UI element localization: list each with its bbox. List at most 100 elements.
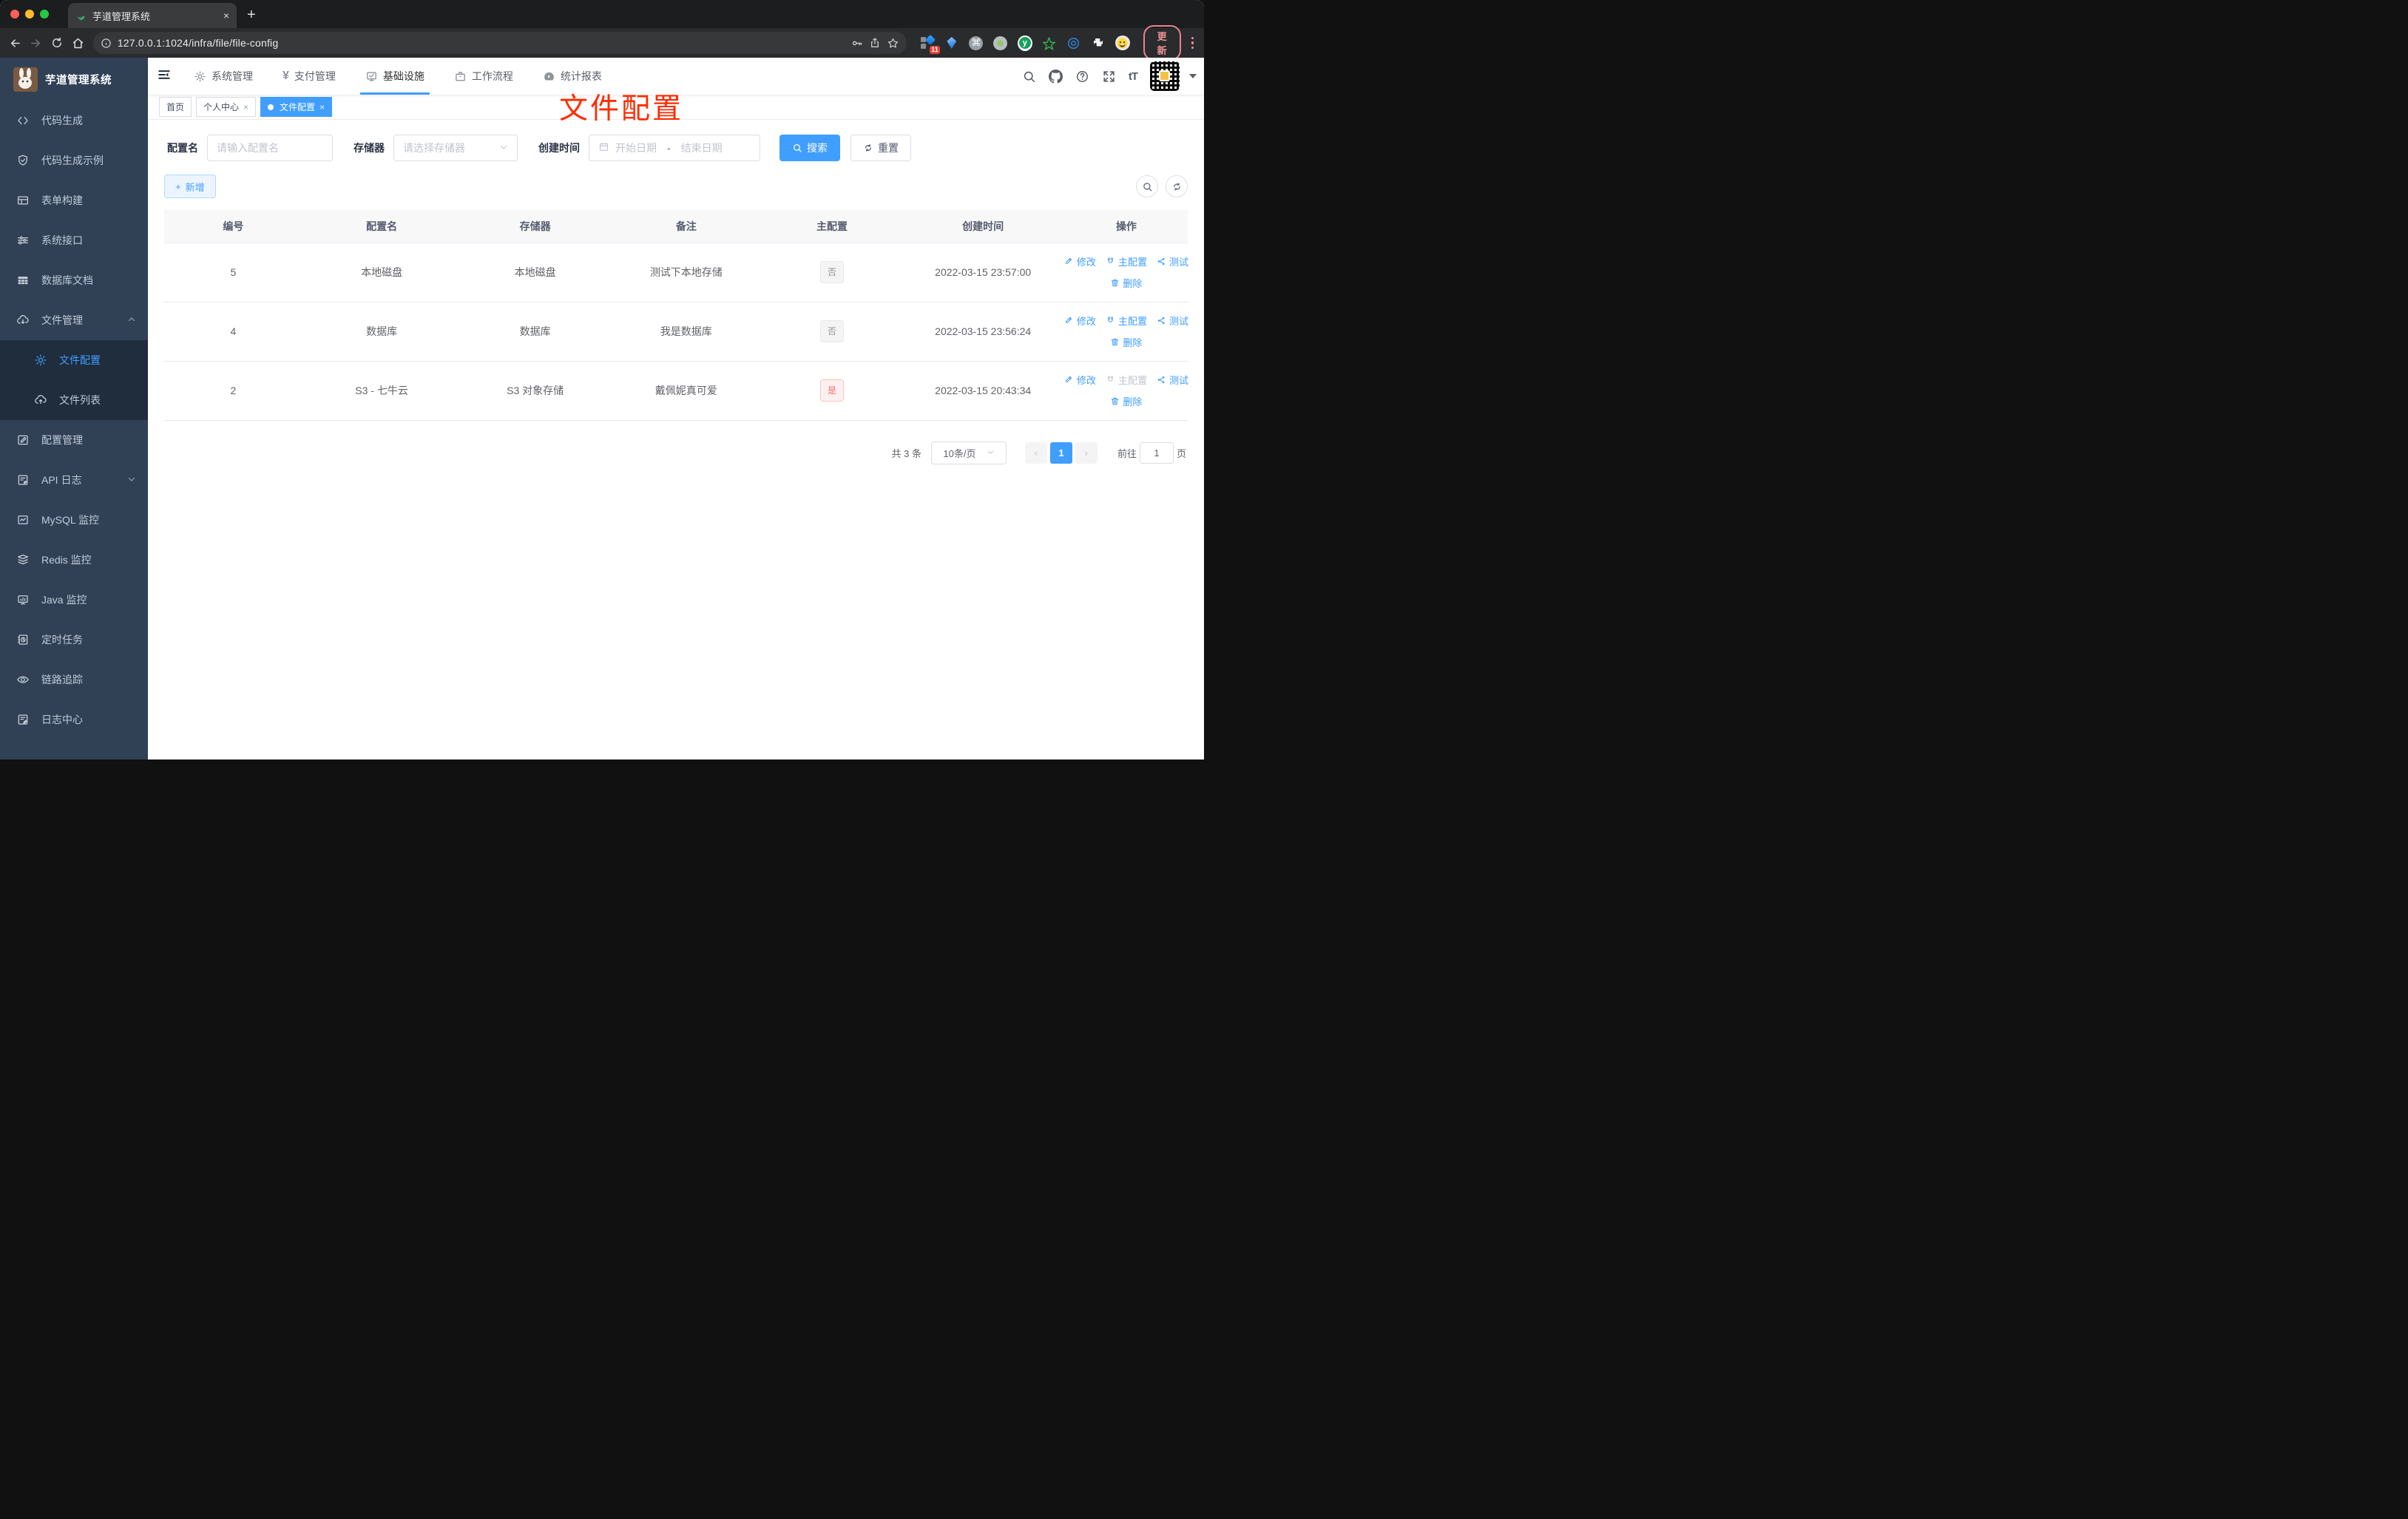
close-icon[interactable]: × — [243, 103, 248, 112]
test-action[interactable]: 测试 — [1157, 314, 1188, 328]
page-1-button[interactable]: 1 — [1049, 442, 1072, 464]
sidebar-item-redis-monitor[interactable]: Redis 监控 — [0, 540, 148, 580]
gear-icon — [34, 353, 47, 367]
reload-icon[interactable] — [48, 33, 66, 53]
nav-item-workflow[interactable]: 工作流程 — [444, 58, 523, 95]
next-page-button[interactable]: › — [1075, 442, 1098, 464]
extension-gem-icon[interactable] — [944, 35, 959, 50]
sidebar-item-file-config[interactable]: 文件配置 — [0, 340, 148, 380]
caret-down-icon[interactable] — [1189, 74, 1197, 78]
sidebar-logo[interactable]: 芋道管理系统 — [0, 58, 148, 101]
delete-action[interactable]: 删除 — [1110, 276, 1142, 290]
app-shell: 芋道管理系统 代码生成 代码生成示例 表单构建 系统接口 数据库文档 文件管理 … — [0, 58, 1204, 760]
calendar-icon — [598, 141, 609, 155]
add-button[interactable]: + 新增 — [164, 175, 216, 198]
home-icon[interactable] — [69, 33, 87, 53]
github-icon[interactable] — [1048, 69, 1063, 84]
date-end-placeholder: 结束日期 — [680, 142, 723, 154]
delete-action[interactable]: 删除 — [1110, 335, 1142, 349]
date-separator: - — [667, 142, 671, 154]
sidebar-item-db-doc[interactable]: 数据库文档 — [0, 260, 148, 300]
sidebar-submenu-file: 文件配置 文件列表 — [0, 340, 148, 420]
back-icon[interactable] — [6, 33, 24, 53]
sidebar-item-mysql-monitor[interactable]: MySQL 监控 — [0, 500, 148, 540]
cell-created: 2022-03-15 23:57:00 — [901, 243, 1065, 302]
nav-item-pay[interactable]: ¥ 支付管理 — [273, 58, 345, 95]
refresh-table-button[interactable] — [1166, 175, 1188, 197]
help-icon[interactable] — [1075, 70, 1089, 84]
sidebar-item-form-builder[interactable]: 表单构建 — [0, 180, 148, 220]
new-tab-button[interactable]: + — [247, 7, 256, 24]
master-action[interactable]: 主配置 — [1106, 254, 1147, 268]
sidebar-item-config-manage[interactable]: 配置管理 — [0, 420, 148, 460]
show-search-button[interactable] — [1136, 175, 1158, 197]
extension-command-icon[interactable]: ⌘ — [969, 35, 984, 50]
share-icon[interactable] — [869, 37, 881, 49]
avatar[interactable] — [1150, 61, 1180, 91]
address-bar[interactable]: 127.0.0.1:1024/infra/file/file-config — [92, 32, 907, 54]
test-action[interactable]: 测试 — [1157, 254, 1188, 268]
nav-item-report[interactable]: 统计报表 — [533, 58, 612, 95]
prev-page-button[interactable]: ‹ — [1024, 442, 1047, 464]
date-range-picker[interactable]: 开始日期 - 结束日期 — [589, 135, 760, 161]
tab-close-icon[interactable]: × — [223, 10, 229, 21]
fullscreen-icon[interactable] — [1102, 70, 1116, 84]
master-action[interactable]: 主配置 — [1106, 314, 1147, 328]
page-size-select[interactable]: 10条/页 — [930, 441, 1007, 464]
sidebar-item-file-list[interactable]: 文件列表 — [0, 380, 148, 420]
sliders-icon — [16, 234, 30, 247]
sidebar-item-log-center[interactable]: 日志中心 — [0, 700, 148, 740]
edit-action[interactable]: 修改 — [1064, 254, 1096, 268]
sidebar-item-cron-job[interactable]: 定时任务 — [0, 620, 148, 660]
close-window-button[interactable] — [10, 10, 19, 18]
minimize-window-button[interactable] — [25, 10, 34, 18]
reset-button[interactable]: 重置 — [850, 135, 911, 161]
app-title: 芋道管理系统 — [45, 74, 112, 87]
search-button[interactable]: 搜索 — [779, 135, 840, 161]
config-name-input[interactable]: 请输入配置名 — [207, 135, 333, 161]
sidebar-item-code-gen[interactable]: 代码生成 — [0, 101, 148, 141]
storage-select[interactable]: 请选择存储器 — [393, 135, 518, 161]
font-size-icon[interactable]: tT — [1129, 70, 1138, 83]
extension-eye-icon[interactable] — [1066, 35, 1081, 50]
tag-file-config[interactable]: 文件配置 × — [260, 97, 333, 117]
forward-icon[interactable] — [27, 33, 44, 53]
filter-storage-label: 存储器 — [354, 142, 385, 154]
sidebar-item-api-log[interactable]: API 日志 — [0, 460, 148, 500]
zoom-window-button[interactable] — [40, 10, 49, 18]
tag-profile[interactable]: 个人中心 × — [196, 97, 257, 117]
close-icon[interactable]: × — [319, 103, 325, 112]
bookmark-star-icon[interactable] — [887, 37, 899, 50]
extension-y-icon[interactable]: y — [1017, 35, 1032, 51]
site-info-icon[interactable] — [101, 38, 112, 49]
sidebar-item-trace[interactable]: 链路追踪 — [0, 660, 148, 700]
nav-item-system[interactable]: 系统管理 — [184, 58, 263, 95]
extension-emoji-icon[interactable] — [1115, 35, 1130, 50]
edit-action[interactable]: 修改 — [1064, 314, 1096, 328]
sidebar-collapse-icon[interactable] — [157, 67, 172, 86]
extension-star-icon[interactable] — [1042, 35, 1057, 50]
sidebar-item-java-monitor[interactable]: Java 监控 — [0, 580, 148, 620]
nav-item-infra[interactable]: 基础设施 — [356, 58, 434, 95]
browser-update-button[interactable]: 更新 — [1143, 25, 1181, 61]
sidebar-item-file-manage[interactable]: 文件管理 — [0, 300, 148, 340]
col-remark: 备注 — [609, 210, 763, 243]
master-action-disabled[interactable]: 主配置 — [1106, 373, 1147, 387]
test-action[interactable]: 测试 — [1157, 373, 1188, 387]
delete-action[interactable]: 删除 — [1110, 394, 1142, 408]
browser-tab[interactable]: 芋道管理系统 × — [68, 3, 237, 28]
extension-tampermonkey-icon[interactable]: 11 — [920, 34, 940, 54]
layers-icon — [16, 553, 30, 566]
key-icon[interactable] — [850, 37, 863, 50]
browser-menu-icon[interactable] — [1191, 36, 1194, 50]
search-icon[interactable] — [1022, 70, 1036, 84]
master-tag: 否 — [820, 261, 845, 283]
extension-puzzle-icon[interactable] — [1091, 35, 1106, 50]
sidebar-item-system-api[interactable]: 系统接口 — [0, 220, 148, 260]
sidebar-item-code-demo[interactable]: 代码生成示例 — [0, 141, 148, 180]
tag-home[interactable]: 首页 — [159, 97, 192, 117]
extension-dot-icon[interactable] — [993, 35, 1008, 50]
url-text[interactable]: 127.0.0.1:1024/infra/file/file-config — [118, 37, 845, 49]
edit-action[interactable]: 修改 — [1064, 373, 1096, 387]
goto-page-input[interactable] — [1139, 442, 1174, 464]
